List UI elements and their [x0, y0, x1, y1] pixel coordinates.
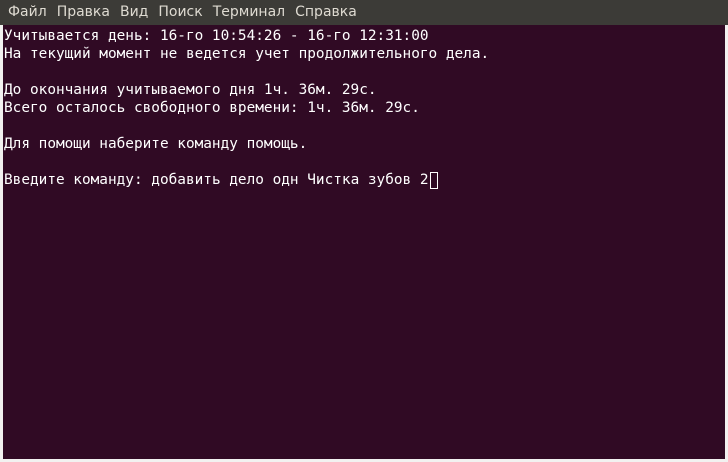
current-task-status-line: На текущий момент не ведется учет продол… — [4, 46, 490, 62]
command-prompt-line[interactable]: Введите команду: добавить дело одн Чистк… — [4, 171, 725, 189]
menu-view[interactable]: Вид — [115, 0, 153, 25]
help-hint-line: Для помощи наберите команду помощь. — [4, 136, 308, 152]
terminal-window: Файл Правка Вид Поиск Терминал Справка У… — [0, 0, 728, 462]
command-prompt-label: Введите команду: — [4, 172, 152, 188]
menu-bar: Файл Правка Вид Поиск Терминал Справка — [0, 0, 728, 25]
menu-file[interactable]: Файл — [3, 0, 52, 25]
menu-terminal[interactable]: Терминал — [208, 0, 290, 25]
command-input[interactable]: добавить дело одн Чистка зубов 2 — [151, 171, 428, 189]
free-time-remaining-line: Всего осталось свободного времени: 1ч. 3… — [4, 100, 420, 116]
day-remaining-line: До окончания учитываемого дня 1ч. 36м. 2… — [4, 82, 377, 98]
tracked-day-line: Учитывается день: 16-го 10:54:26 - 16-го… — [4, 28, 429, 44]
text-cursor — [429, 171, 438, 189]
menu-help[interactable]: Справка — [290, 0, 362, 25]
menu-search[interactable]: Поиск — [153, 0, 207, 25]
terminal-output-area[interactable]: Учитывается день: 16-го 10:54:26 - 16-го… — [3, 25, 725, 459]
menu-edit[interactable]: Правка — [52, 0, 115, 25]
